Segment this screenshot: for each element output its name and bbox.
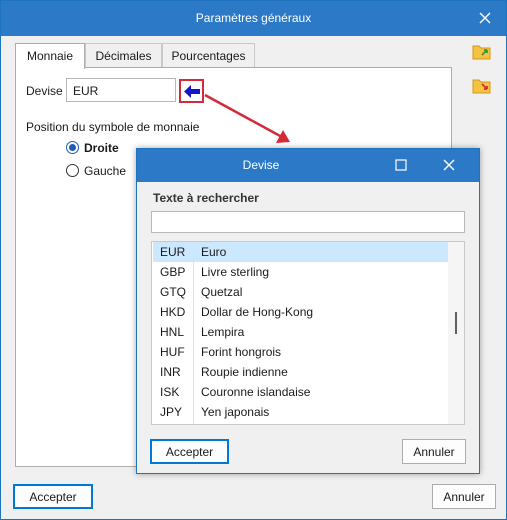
currency-code: JPY [160,405,183,419]
search-input[interactable] [151,211,465,233]
accept-button[interactable]: Accepter [13,484,93,509]
list-scrollbar[interactable] [448,242,464,424]
dialog-cancel-button[interactable]: Annuler [402,439,466,464]
list-item[interactable]: INR Roupie indienne [153,362,448,382]
currency-input[interactable]: EUR [66,78,176,102]
main-titlebar[interactable]: Paramètres généraux [1,1,506,36]
list-item[interactable]: HKD Dollar de Hong-Kong [153,302,448,322]
blue-arrow-left-icon [184,85,200,98]
maximize-icon[interactable] [395,159,407,171]
dialog-accept-button[interactable]: Accepter [150,439,229,464]
radio-label: Droite [84,141,119,155]
radio-button[interactable] [66,141,79,154]
list-item[interactable]: HUF Forint hongrois [153,342,448,362]
radio-label: Gauche [84,164,127,178]
currency-code: INR [160,365,181,379]
currency-dialog: Devise Texte à rechercher EUR Euro GBP L… [136,148,480,474]
tab-label: Décimales [95,49,152,63]
close-icon[interactable] [476,9,494,27]
currency-name: Dollar de Hong-Kong [201,305,314,319]
currency-name: Lempira [201,325,245,339]
cancel-button[interactable]: Annuler [432,484,496,509]
currency-code: ISK [160,385,180,399]
currency-name: Quetzal [201,285,243,299]
scrollbar-thumb[interactable] [455,312,457,334]
search-label: Texte à rechercher [153,191,259,205]
tab-label: Monnaie [26,49,74,63]
list-item[interactable]: GTQ Quetzal [153,282,448,302]
currency-name: Roupie indienne [201,365,288,379]
currency-picker-button[interactable] [179,79,204,103]
list-item[interactable]: ISK Couronne islandaise [153,382,448,402]
currency-name: Euro [201,245,227,259]
dialog-title: Devise [242,158,280,172]
window-title: Paramètres généraux [195,11,312,25]
list-item[interactable]: JPY Yen japonais [153,402,448,422]
radio-button[interactable] [66,164,79,177]
currency-code: HNL [160,325,185,339]
currency-code: GTQ [160,285,186,299]
list-item[interactable]: GBP Livre sterling [153,262,448,282]
currency-code: EUR [160,245,186,259]
close-icon[interactable] [442,158,456,172]
tab-monnaie[interactable]: Monnaie [15,43,85,69]
tab-decimales[interactable]: Décimales [85,43,162,68]
currency-name: Livre sterling [201,265,270,279]
list-item[interactable]: EUR Euro [153,242,448,262]
symbol-position-label: Position du symbole de monnaie [26,120,200,134]
currency-code: HKD [160,305,186,319]
folder-export-icon[interactable] [471,75,493,97]
tab-pourcentages[interactable]: Pourcentages [162,43,255,68]
currency-code: HUF [160,345,185,359]
currency-code: GBP [160,265,186,279]
folder-import-icon[interactable] [471,41,493,63]
currency-name: Forint hongrois [201,345,282,359]
tab-label: Pourcentages [171,49,246,63]
currency-list[interactable]: EUR Euro GBP Livre sterling GTQ Quetzal … [151,241,465,425]
list-item[interactable]: HNL Lempira [153,322,448,342]
dialog-titlebar[interactable]: Devise [137,149,479,182]
currency-name: Yen japonais [201,405,270,419]
currency-name: Couronne islandaise [201,385,311,399]
currency-label: Devise [26,84,63,98]
